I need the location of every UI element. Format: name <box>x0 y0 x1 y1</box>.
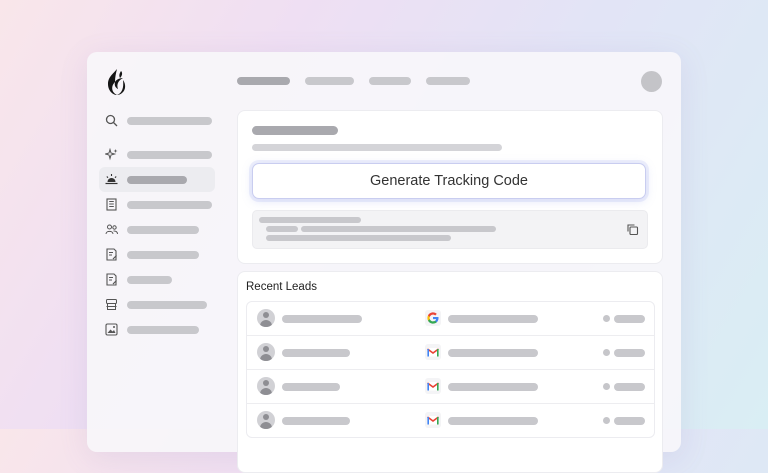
table-row[interactable] <box>247 370 654 404</box>
store-icon <box>106 299 117 310</box>
status-dot <box>603 417 610 424</box>
avatar <box>257 377 275 395</box>
lead-name-placeholder <box>282 383 340 391</box>
nav-item[interactable] <box>305 77 354 85</box>
sidebar-item-company[interactable] <box>99 192 215 217</box>
recent-leads-title: Recent Leads <box>246 281 317 293</box>
sidebar-item-store[interactable] <box>99 292 215 317</box>
table-row[interactable] <box>247 302 654 336</box>
sunrise-icon <box>105 174 118 185</box>
status-dot <box>603 383 610 390</box>
lead-name-placeholder <box>282 349 350 357</box>
gmail-icon <box>425 412 441 428</box>
status-dot <box>603 349 610 356</box>
sidebar-item-notes[interactable] <box>99 242 215 267</box>
top-nav <box>237 77 470 85</box>
avatar <box>257 343 275 361</box>
generate-tracking-code-button[interactable]: Generate Tracking Code <box>252 163 646 199</box>
document-edit-icon <box>106 273 117 286</box>
app-window: Generate Tracking Code Recent Leads <box>87 52 681 473</box>
tracking-code-box <box>252 210 648 249</box>
tracking-code-card: Generate Tracking Code <box>237 110 663 264</box>
flame-logo <box>104 68 128 96</box>
users-icon <box>105 224 118 235</box>
lead-name-placeholder <box>282 315 362 323</box>
card-subtitle-placeholder <box>252 144 502 151</box>
status-placeholder <box>614 349 645 357</box>
nav-item[interactable] <box>369 77 411 85</box>
building-icon <box>106 198 117 211</box>
avatar <box>257 411 275 429</box>
lead-source-placeholder <box>448 417 538 425</box>
sidebar-item-contacts[interactable] <box>99 217 215 242</box>
sidebar-item-media[interactable] <box>99 317 215 342</box>
gmail-icon <box>425 344 441 360</box>
gmail-icon <box>425 378 441 394</box>
table-row[interactable] <box>247 404 654 437</box>
sidebar-item-forms[interactable] <box>99 267 215 292</box>
sidebar <box>99 108 215 342</box>
status-placeholder <box>614 417 645 425</box>
lead-source-placeholder <box>448 383 538 391</box>
lead-source-placeholder <box>448 349 538 357</box>
search-icon <box>105 114 118 127</box>
nav-item[interactable] <box>237 77 290 85</box>
lead-source-placeholder <box>448 315 538 323</box>
google-icon <box>425 310 441 326</box>
user-avatar[interactable] <box>641 71 662 92</box>
image-icon <box>105 323 118 336</box>
lead-name-placeholder <box>282 417 350 425</box>
sparkle-icon <box>105 148 118 161</box>
leads-table <box>246 301 655 438</box>
status-placeholder <box>614 315 645 323</box>
status-placeholder <box>614 383 645 391</box>
sidebar-search[interactable] <box>99 108 215 133</box>
sidebar-item-dashboard[interactable] <box>99 167 215 192</box>
table-row[interactable] <box>247 336 654 370</box>
nav-item[interactable] <box>426 77 470 85</box>
recent-leads-card: Recent Leads <box>237 271 663 473</box>
sidebar-item-ai[interactable] <box>99 142 215 167</box>
card-title-placeholder <box>252 126 338 135</box>
avatar <box>257 309 275 327</box>
copy-icon[interactable] <box>626 223 639 236</box>
document-edit-icon <box>106 248 117 261</box>
status-dot <box>603 315 610 322</box>
